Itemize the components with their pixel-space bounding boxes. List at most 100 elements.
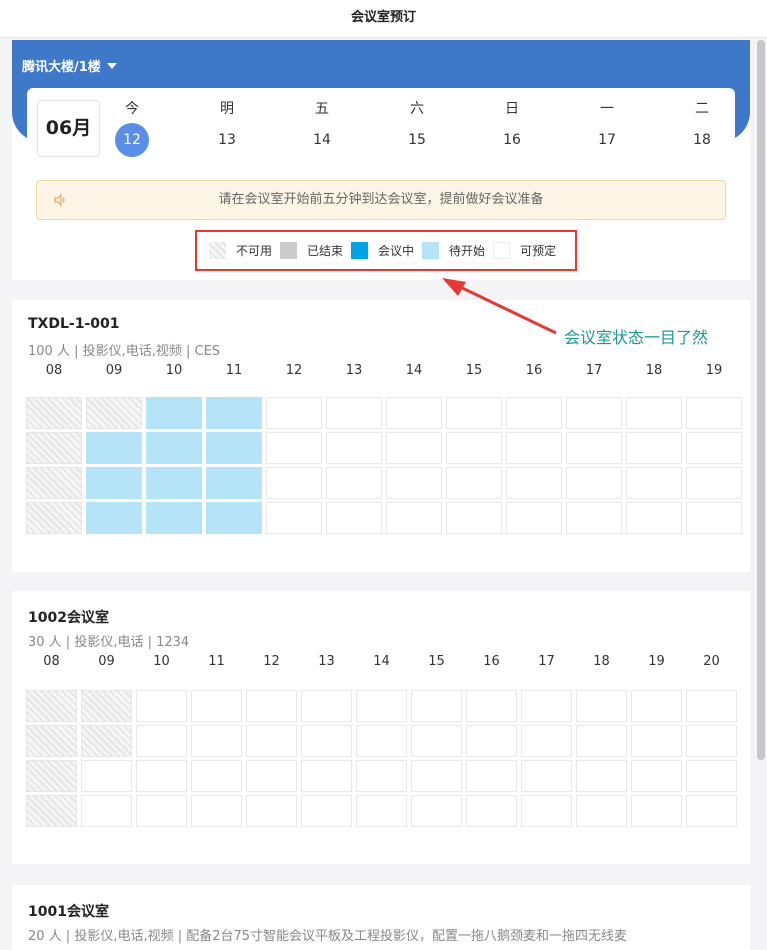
time-slot-free[interactable] — [356, 725, 407, 757]
time-slot-free[interactable] — [411, 690, 462, 722]
time-slot-free[interactable] — [566, 397, 622, 429]
hour-label: 08 — [45, 363, 63, 378]
day-17[interactable]: 一 17 — [577, 98, 637, 157]
time-slot-free[interactable] — [81, 760, 132, 792]
time-slot-free[interactable] — [446, 502, 502, 534]
time-slot-free[interactable] — [301, 795, 352, 827]
time-slot-free[interactable] — [356, 760, 407, 792]
time-slot-free[interactable] — [686, 432, 742, 464]
day-15[interactable]: 六 15 — [387, 98, 447, 157]
time-slot-free[interactable] — [136, 795, 187, 827]
time-slot-free[interactable] — [506, 397, 562, 429]
time-slot-free[interactable] — [576, 725, 627, 757]
time-slot-free[interactable] — [566, 432, 622, 464]
time-slot-free[interactable] — [446, 397, 502, 429]
day-13[interactable]: 明 13 — [197, 98, 257, 157]
month-badge[interactable]: 06月 — [37, 100, 100, 157]
time-slot-free[interactable] — [686, 795, 737, 827]
time-slot-free[interactable] — [576, 690, 627, 722]
day-18[interactable]: 二 18 — [672, 98, 732, 157]
building-selector[interactable]: 腾讯大楼/1楼 — [22, 56, 117, 75]
time-slot-free[interactable] — [386, 397, 442, 429]
time-slot-free[interactable] — [506, 467, 562, 499]
time-slot-free[interactable] — [301, 760, 352, 792]
time-slot-free[interactable] — [626, 502, 682, 534]
time-slot-free[interactable] — [81, 795, 132, 827]
time-slot-free[interactable] — [631, 795, 682, 827]
day-14[interactable]: 五 14 — [292, 98, 352, 157]
time-slot-free[interactable] — [411, 760, 462, 792]
room-card: 1002会议室 30 人 | 投影仪,电话 | 1234 08 09 10 11 12 13 1… — [12, 591, 750, 864]
time-slot-free[interactable] — [626, 467, 682, 499]
time-slot-free[interactable] — [191, 760, 242, 792]
time-slot-free[interactable] — [686, 467, 742, 499]
time-slot-free[interactable] — [466, 795, 517, 827]
time-slot-free[interactable] — [246, 760, 297, 792]
time-slot-free[interactable] — [521, 690, 572, 722]
time-slot-free[interactable] — [386, 467, 442, 499]
time-slot-free[interactable] — [136, 725, 187, 757]
time-slot-free[interactable] — [686, 760, 737, 792]
time-slot-free[interactable] — [686, 397, 742, 429]
time-slot-free[interactable] — [191, 690, 242, 722]
time-slot-free[interactable] — [246, 725, 297, 757]
scrollbar[interactable] — [757, 40, 765, 760]
time-slot-free[interactable] — [466, 725, 517, 757]
time-slot-pending — [86, 432, 142, 464]
time-slot-free[interactable] — [446, 432, 502, 464]
day-number: 14 — [313, 132, 331, 148]
time-slot-free[interactable] — [566, 502, 622, 534]
time-slot-free[interactable] — [356, 690, 407, 722]
hour-label: 16 — [483, 654, 500, 669]
time-slot-free[interactable] — [631, 760, 682, 792]
time-slot-free[interactable] — [246, 690, 297, 722]
time-slot-free[interactable] — [466, 760, 517, 792]
time-slot-free[interactable] — [326, 467, 382, 499]
room-info: 100 人 | 投影仪,电话,视频 | CES — [28, 344, 221, 359]
time-slot-free[interactable] — [521, 795, 572, 827]
time-slot-free[interactable] — [631, 690, 682, 722]
time-slot-free[interactable] — [686, 502, 742, 534]
time-slot-unavail — [26, 502, 82, 534]
time-slot-free[interactable] — [576, 795, 627, 827]
time-slot-free[interactable] — [326, 397, 382, 429]
time-slot-free[interactable] — [686, 725, 737, 757]
time-slot-unavail — [26, 432, 82, 464]
time-slot-free[interactable] — [386, 502, 442, 534]
time-slot-free[interactable] — [686, 690, 737, 722]
time-slot-free[interactable] — [301, 725, 352, 757]
time-slot-free[interactable] — [266, 467, 322, 499]
time-slot-free[interactable] — [576, 760, 627, 792]
time-slot-free[interactable] — [386, 432, 442, 464]
time-slot-free[interactable] — [506, 432, 562, 464]
time-slot-free[interactable] — [506, 502, 562, 534]
time-slot-free[interactable] — [266, 432, 322, 464]
time-slot-free[interactable] — [411, 725, 462, 757]
room-name[interactable]: TXDL-1-001 — [28, 316, 119, 332]
time-slot-free[interactable] — [466, 690, 517, 722]
time-slot-free[interactable] — [301, 690, 352, 722]
time-slot-free[interactable] — [626, 432, 682, 464]
time-slot-free[interactable] — [136, 690, 187, 722]
time-slot-free[interactable] — [266, 397, 322, 429]
time-slot-free[interactable] — [446, 467, 502, 499]
time-slot-free[interactable] — [266, 502, 322, 534]
room-name[interactable]: 1002会议室 — [28, 607, 109, 627]
time-slot-free[interactable] — [136, 760, 187, 792]
time-slot-free[interactable] — [411, 795, 462, 827]
time-slot-free[interactable] — [521, 760, 572, 792]
time-slot-free[interactable] — [191, 795, 242, 827]
time-slot-free[interactable] — [356, 795, 407, 827]
time-slot-free[interactable] — [626, 397, 682, 429]
time-slot-free[interactable] — [326, 502, 382, 534]
time-slot-free[interactable] — [246, 795, 297, 827]
room-name[interactable]: 1001会议室 — [28, 901, 109, 921]
day-16[interactable]: 日 16 — [482, 98, 542, 157]
time-slot-free[interactable] — [566, 467, 622, 499]
building-label: 腾讯大楼/1楼 — [22, 60, 101, 75]
day-12[interactable]: 今 12 — [102, 98, 162, 157]
time-slot-free[interactable] — [191, 725, 242, 757]
time-slot-free[interactable] — [326, 432, 382, 464]
time-slot-free[interactable] — [631, 725, 682, 757]
time-slot-free[interactable] — [521, 725, 572, 757]
